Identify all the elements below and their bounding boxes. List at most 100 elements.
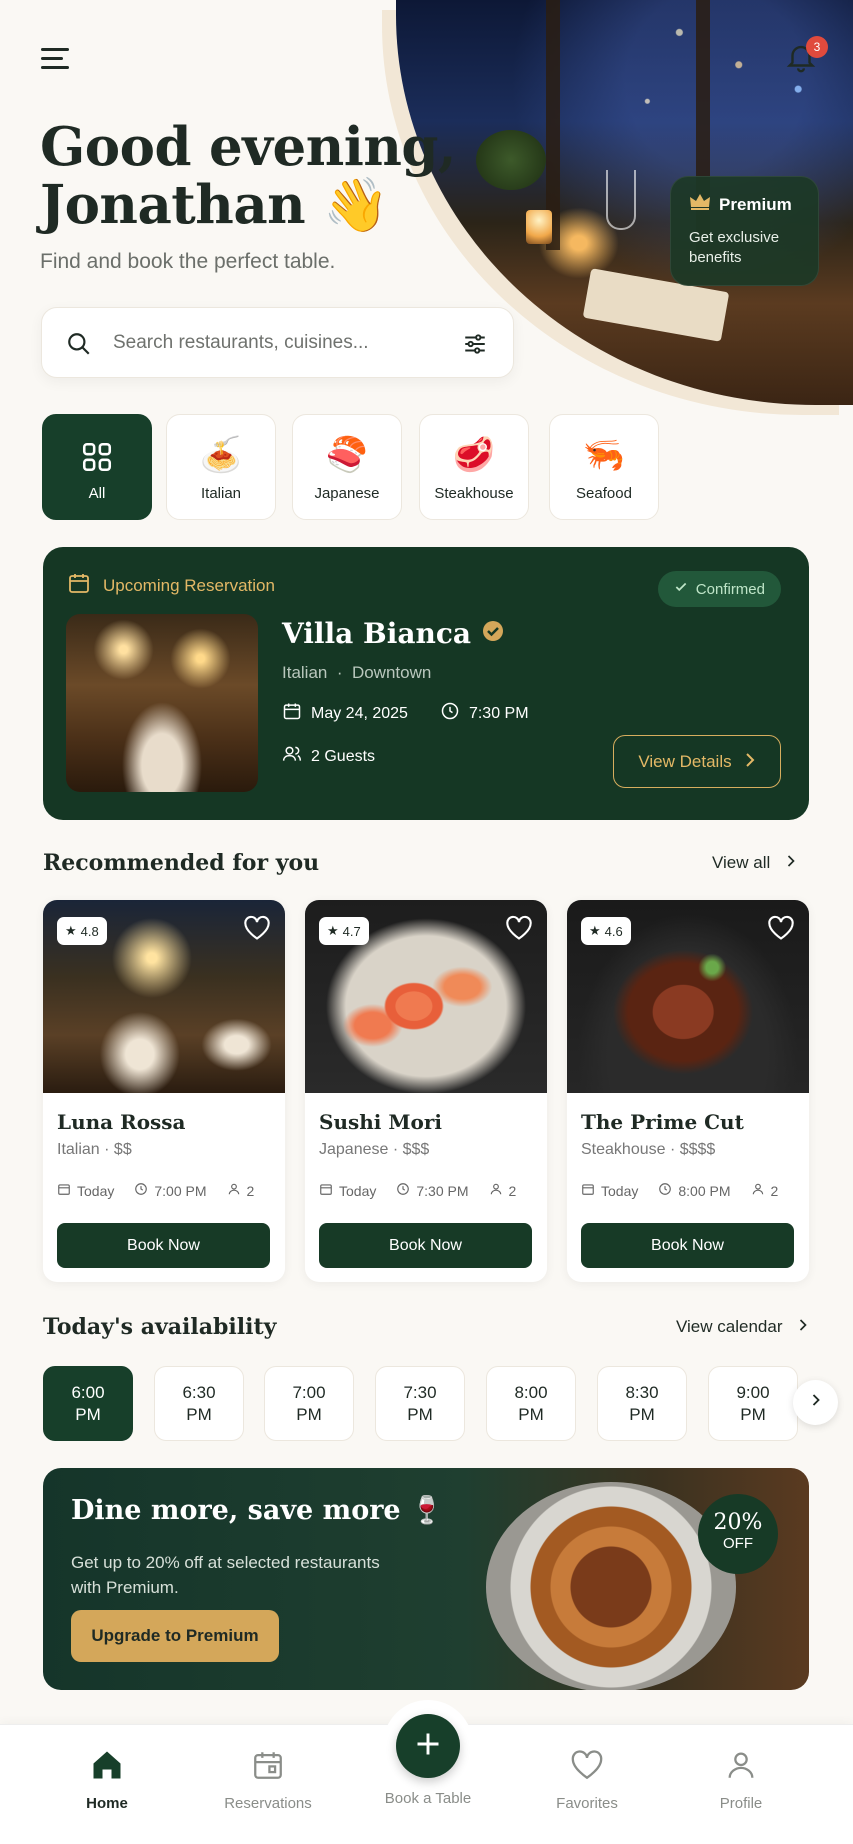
- time-slot[interactable]: 7:00 PM: [264, 1366, 354, 1441]
- filter-icon[interactable]: [462, 331, 488, 362]
- rating-value: 4.7: [342, 923, 361, 939]
- category-all[interactable]: All: [42, 414, 152, 520]
- heart-icon[interactable]: [767, 915, 795, 946]
- star-icon: ★: [327, 923, 339, 938]
- category-label: Steakhouse: [434, 485, 514, 502]
- slot-period: PM: [740, 1405, 766, 1424]
- nav-home[interactable]: Home: [52, 1745, 162, 1812]
- price: $$$$: [679, 1141, 716, 1158]
- person-icon: [227, 1182, 241, 1199]
- status-badge: Confirmed: [657, 571, 781, 607]
- nav-favorites[interactable]: Favorites: [532, 1745, 642, 1812]
- restaurant-card[interactable]: ★ 4.7 Sushi Mori Japanese · $$$ Today 7:3…: [305, 900, 547, 1282]
- upgrade-button[interactable]: Upgrade to Premium: [71, 1610, 279, 1662]
- time-slot[interactable]: 7:30 PM: [375, 1366, 465, 1441]
- time: 8:00 PM: [678, 1182, 731, 1199]
- nav-label: Profile: [719, 1795, 763, 1812]
- clock-icon: [396, 1182, 410, 1199]
- calendar-icon: [581, 1182, 595, 1199]
- cuisine: Japanese: [319, 1141, 389, 1158]
- book-now-button[interactable]: Book Now: [581, 1223, 794, 1268]
- time-slot[interactable]: 6:30 PM: [154, 1366, 244, 1441]
- day: Today: [601, 1182, 639, 1199]
- day: Today: [339, 1182, 377, 1199]
- pasta-icon: 🍝: [199, 436, 243, 474]
- nav-label: Book a Table: [384, 1790, 472, 1807]
- chevron-right-icon: [786, 853, 796, 873]
- next-slots-button[interactable]: [793, 1380, 838, 1425]
- price: $$$: [402, 1141, 430, 1158]
- slot-time: 6:30: [182, 1383, 216, 1402]
- category-steakhouse[interactable]: 🥩 Steakhouse: [419, 414, 529, 520]
- restaurant-photo: ★ 4.8: [43, 900, 285, 1093]
- premium-card[interactable]: Premium Get exclusive benefits: [670, 176, 819, 286]
- cuisine: Italian: [57, 1141, 100, 1158]
- restaurant-card[interactable]: ★ 4.6 The Prime Cut Steakhouse · $$$$ Tod…: [567, 900, 809, 1282]
- category-italian[interactable]: 🍝 Italian: [166, 414, 276, 520]
- nav-reservations[interactable]: Reservations: [213, 1745, 323, 1812]
- search-bar[interactable]: Search restaurants, cuisines...: [41, 307, 514, 378]
- profile-icon: [686, 1745, 796, 1785]
- time: 7:00 PM: [154, 1182, 207, 1199]
- slot-period: PM: [296, 1405, 322, 1424]
- calendar-icon: [282, 701, 302, 726]
- restaurant-photo: ★ 4.6: [567, 900, 809, 1093]
- discount-off: OFF: [723, 1535, 753, 1552]
- category-label: All: [88, 485, 106, 502]
- rating-badge: ★ 4.7: [319, 917, 369, 945]
- upcoming-reservation-card[interactable]: Upcoming Reservation Confirmed Villa Bia…: [43, 547, 809, 820]
- view-calendar-link[interactable]: View calendar: [676, 1317, 808, 1337]
- slot-time: 6:00: [71, 1383, 105, 1402]
- book-table-button[interactable]: [396, 1714, 460, 1778]
- promo-title: Dine more, save more 🍷: [71, 1495, 444, 1526]
- restaurant-name: Sushi Mori: [319, 1110, 442, 1134]
- status-text: Confirmed: [695, 580, 765, 598]
- subtitle: Find and book the perfect table.: [40, 250, 336, 273]
- rating-badge: ★ 4.6: [581, 917, 631, 945]
- category-label: Seafood: [576, 485, 632, 502]
- clock-icon: [658, 1182, 672, 1199]
- premium-desc: Get exclusive benefits: [689, 229, 780, 266]
- cuisine: Steakhouse: [581, 1141, 666, 1158]
- time: 7:30 PM: [416, 1182, 469, 1199]
- chevron-right-icon: [744, 752, 756, 772]
- greeting-line-1: Good evening,: [40, 116, 456, 178]
- time-slot[interactable]: 8:30 PM: [597, 1366, 687, 1441]
- day: Today: [77, 1182, 115, 1199]
- category-seafood[interactable]: 🦐 Seafood: [549, 414, 659, 520]
- restaurant-name: Villa Bianca: [282, 617, 472, 650]
- view-details-button[interactable]: View Details: [613, 735, 781, 788]
- search-input[interactable]: Search restaurants, cuisines...: [113, 332, 369, 354]
- heart-icon[interactable]: [505, 915, 533, 946]
- verified-icon: [481, 617, 505, 650]
- restaurant-name: Luna Rossa: [57, 1110, 186, 1134]
- rating-value: 4.6: [604, 923, 623, 939]
- book-now-button[interactable]: Book Now: [319, 1223, 532, 1268]
- slot-period: PM: [186, 1405, 212, 1424]
- time-slot[interactable]: 6:00 PM: [43, 1366, 133, 1441]
- menu-icon[interactable]: [41, 48, 69, 72]
- steak-icon: 🥩: [452, 436, 496, 474]
- slot-time: 8:00: [514, 1383, 548, 1402]
- reservation-heading: Upcoming Reservation: [103, 575, 275, 595]
- heart-icon[interactable]: [243, 915, 271, 946]
- home-icon: [52, 1745, 162, 1785]
- slot-period: PM: [407, 1405, 433, 1424]
- nav-profile[interactable]: Profile: [686, 1745, 796, 1812]
- nav-label: Reservations: [224, 1795, 312, 1812]
- restaurant-card[interactable]: ★ 4.8 Luna Rossa Italian · $$ Today 7:00 …: [43, 900, 285, 1282]
- availability-title: Today's availability: [43, 1314, 277, 1340]
- time-slot[interactable]: 8:00 PM: [486, 1366, 576, 1441]
- category-japanese[interactable]: 🍣 Japanese: [292, 414, 402, 520]
- greeting: Good evening, Jonathan 👋: [40, 118, 456, 234]
- book-now-button[interactable]: Book Now: [57, 1223, 270, 1268]
- time-slot[interactable]: 9:00 PM: [708, 1366, 798, 1441]
- rating-value: 4.8: [80, 923, 99, 939]
- calendar-icon: [57, 1182, 71, 1199]
- premium-promo-banner: Dine more, save more 🍷 Get up to 20% off…: [43, 1468, 809, 1690]
- grid-icon: [43, 433, 151, 477]
- area: Downtown: [351, 663, 432, 682]
- slot-period: PM: [518, 1405, 544, 1424]
- view-all-link[interactable]: View all: [712, 853, 796, 873]
- calendar-icon: [213, 1745, 323, 1785]
